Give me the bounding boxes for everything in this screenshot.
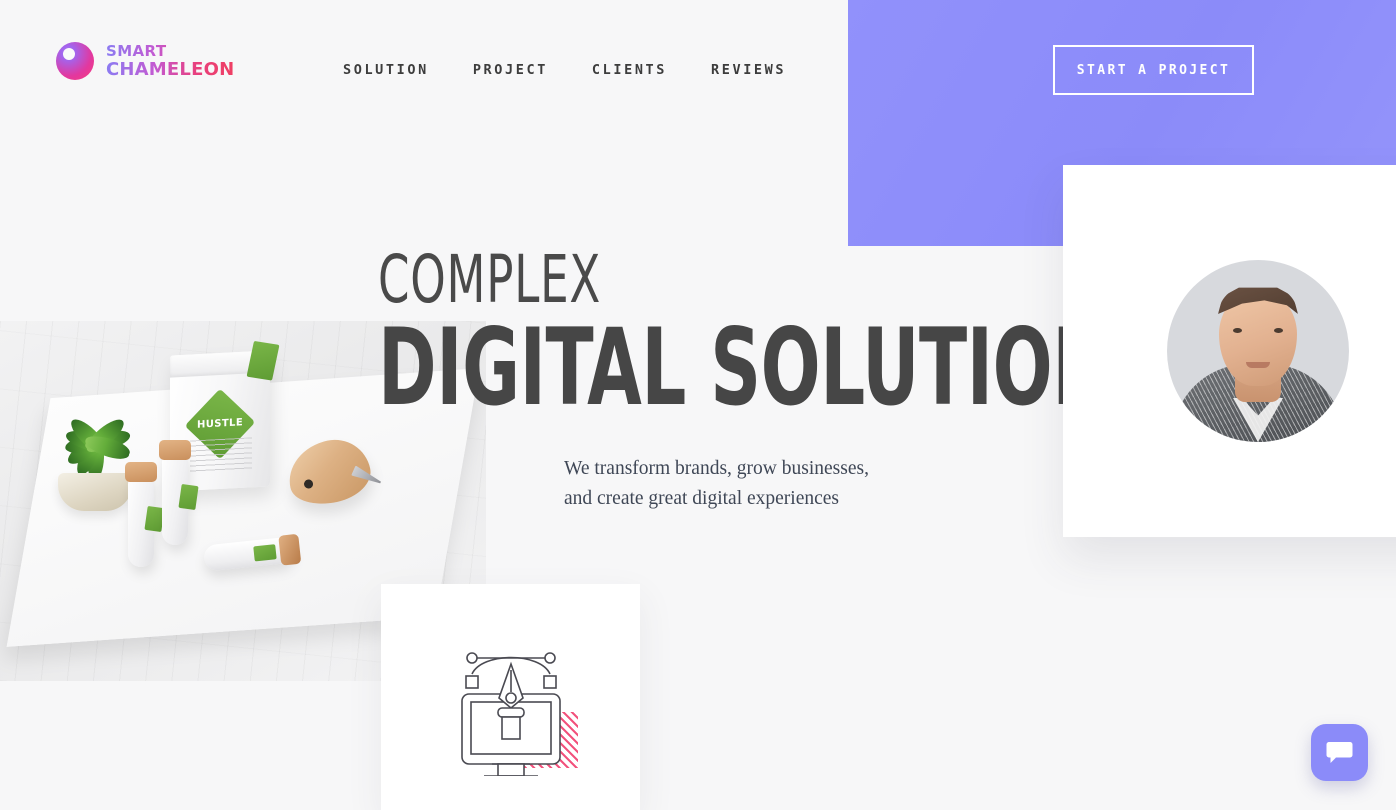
logo[interactable]: SMART CHAMELEON (56, 42, 234, 80)
nav-item-project[interactable]: PROJECT (473, 56, 548, 84)
avatar (1167, 260, 1349, 442)
mockup-plant-pot (58, 473, 132, 511)
nav-item-clients[interactable]: CLIENTS (592, 56, 667, 84)
page-root: HUSTLE COMPLEX DIGITAL SOLUTIONS We tran… (0, 0, 1396, 810)
mockup-vial (125, 462, 165, 567)
pen-tool-monitor-icon (436, 646, 586, 777)
headline-bold-line: DIGITAL SOLUTIONS (378, 305, 1162, 429)
mockup-vial (159, 440, 199, 545)
service-icon-card[interactable] (381, 584, 640, 810)
mockup-pouch-brand-text: HUSTLE (196, 417, 244, 431)
logo-text-line2: CHAMELEON (106, 58, 235, 80)
logo-circle-icon (56, 42, 94, 80)
logo-wordmark: SMART CHAMELEON (106, 43, 235, 80)
site-header: SMART CHAMELEON SOLUTION PROJECT CLIENTS… (0, 0, 1396, 128)
hero-subtitle: We transform brands, grow businesses, an… (564, 458, 869, 509)
portrait-card (1063, 165, 1396, 537)
chat-bubble-icon (1326, 742, 1353, 763)
chat-widget-button[interactable] (1311, 724, 1368, 781)
main-navigation: SOLUTION PROJECT CLIENTS REVIEWS (343, 56, 786, 84)
avatar-eye-right (1274, 328, 1283, 333)
logo-text-line1: SMART (106, 43, 234, 59)
nav-item-reviews[interactable]: REVIEWS (711, 56, 786, 84)
headline-light-line: COMPLEX (378, 241, 602, 318)
nav-item-solution[interactable]: SOLUTION (343, 56, 429, 84)
start-a-project-button[interactable]: START A PROJECT (1053, 45, 1254, 95)
avatar-eye-left (1233, 328, 1242, 333)
mockup-pouch-text-lines (190, 437, 252, 475)
avatar-mouth (1246, 362, 1270, 368)
